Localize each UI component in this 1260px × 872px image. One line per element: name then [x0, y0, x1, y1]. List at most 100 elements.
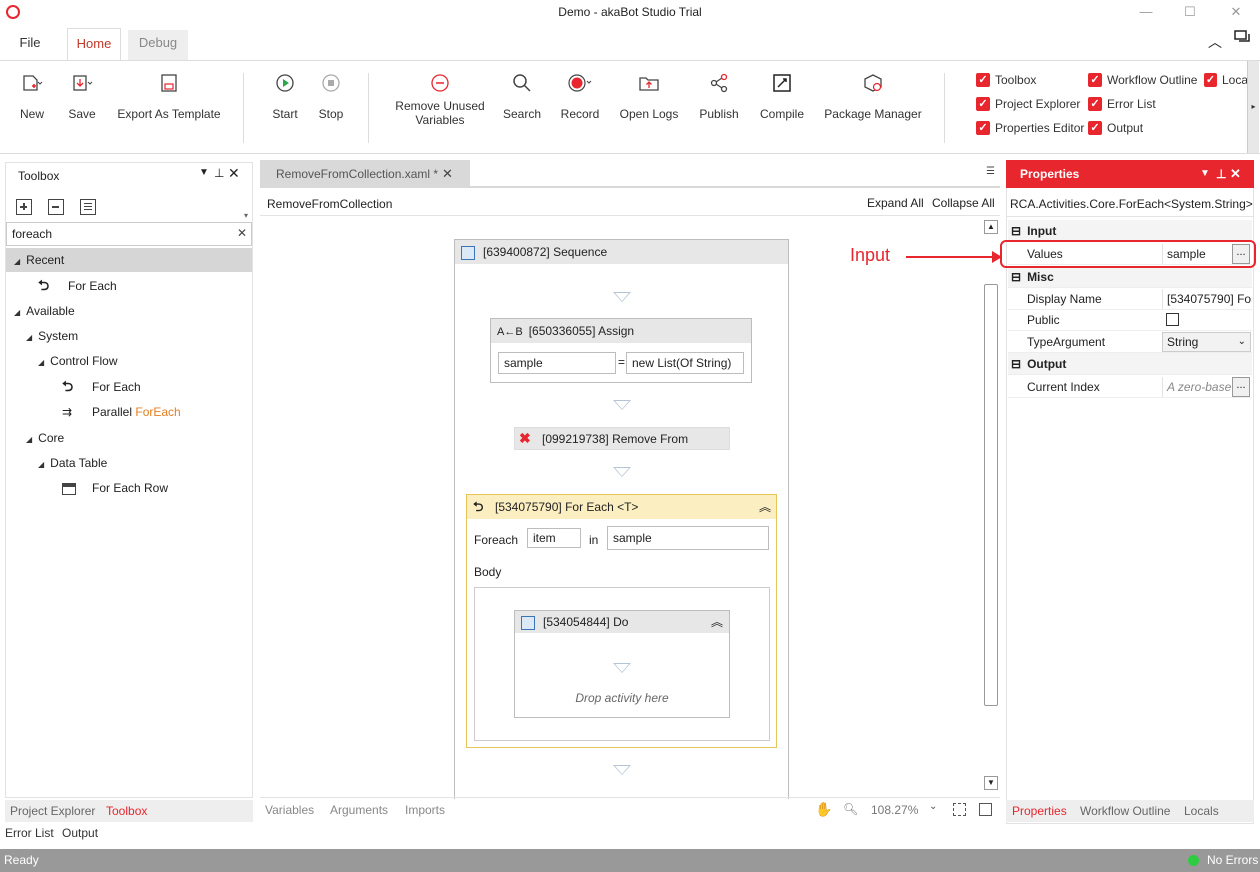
collapse-all-icon[interactable] — [48, 199, 64, 215]
expand-all-link[interactable]: Expand All — [867, 196, 924, 210]
tree-item-core[interactable]: ◢ Core — [26, 427, 64, 449]
search-button[interactable]: Search — [502, 71, 542, 121]
tab-error-list[interactable]: Error List — [5, 823, 54, 843]
collapse-category-icon[interactable]: ⊟ — [1011, 270, 1021, 284]
maximize-icon[interactable]: ☐ — [1180, 4, 1200, 20]
tab-toolbox[interactable]: Toolbox — [106, 801, 147, 821]
current-index-input[interactable]: A zero-base — [1162, 377, 1232, 397]
pan-hand-icon[interactable]: ✋ — [815, 801, 832, 818]
tab-file[interactable]: File — [0, 28, 60, 62]
tree-item-foreach-row[interactable]: For Each Row — [62, 477, 168, 499]
tab-project-explorer[interactable]: Project Explorer — [10, 801, 95, 821]
tree-item-foreach[interactable]: ⮌ For Each — [62, 375, 141, 397]
do-header[interactable]: [534054844] Do ︽ — [515, 611, 729, 633]
new-button[interactable]: New — [14, 71, 50, 121]
foreach-header[interactable]: ⮌ [534075790] For Each <T> ︽ — [467, 495, 776, 519]
drop-arrow-icon[interactable] — [613, 663, 631, 673]
tree-item-recent-foreach[interactable]: ⮌ For Each — [38, 274, 117, 296]
collapse-all-link[interactable]: Collapse All — [932, 196, 995, 210]
zoom-icon[interactable]: 🔍︎ — [843, 802, 858, 816]
doc-tab[interactable]: RemoveFromCollection.xaml * ✕ — [260, 160, 470, 188]
save-button[interactable]: Save — [64, 71, 100, 121]
toolbar-overflow-icon[interactable]: ▾ — [244, 211, 248, 220]
vertical-scrollbar[interactable]: ▲ ▼ — [984, 220, 998, 794]
tab-variables[interactable]: Variables — [265, 800, 314, 820]
tab-output[interactable]: Output — [62, 823, 98, 843]
public-checkbox[interactable] — [1166, 313, 1179, 326]
record-button[interactable]: Record — [558, 71, 602, 121]
pin-icon[interactable]: ⊥ — [1216, 160, 1226, 188]
assign-activity[interactable]: A←B [650336055] Assign sample = new List(… — [490, 318, 752, 383]
pin-icon[interactable]: ⊥ — [214, 166, 224, 180]
breadcrumb[interactable]: RemoveFromCollection — [267, 197, 392, 211]
checkbox-checked-icon[interactable]: ✓ — [976, 73, 990, 87]
scroll-down-icon[interactable]: ▼ — [984, 776, 998, 790]
list-view-icon[interactable] — [80, 199, 96, 215]
dropdown-icon[interactable]: ▼ — [1200, 160, 1210, 188]
open-logs-button[interactable]: Open Logs — [618, 71, 680, 121]
foreach-values-field[interactable]: sample — [607, 526, 769, 550]
ribbon-scroll-right-icon[interactable]: ▸ — [1247, 61, 1259, 153]
close-panel-icon[interactable]: ✕ — [228, 165, 240, 182]
zoom-level[interactable]: 108.27% — [871, 800, 918, 820]
collapse-activity-icon[interactable]: ︽ — [711, 611, 723, 633]
property-display-name[interactable]: Display Name [534075790] For — [1008, 288, 1252, 310]
tab-locals[interactable]: Locals — [1184, 801, 1219, 821]
collapse-ribbon-icon[interactable]: ︿ — [1208, 32, 1222, 52]
property-public[interactable]: Public — [1008, 309, 1252, 331]
close-tab-icon[interactable]: ✕ — [442, 160, 453, 188]
publish-button[interactable]: Publish — [696, 71, 742, 121]
package-manager-button[interactable]: Package Manager — [822, 71, 924, 121]
property-current-index[interactable]: Current Index A zero-base ... — [1008, 376, 1252, 398]
property-type-argument[interactable]: TypeArgument String ⌄ — [1008, 331, 1252, 353]
tab-home[interactable]: Home — [67, 28, 121, 62]
checkbox-checked-icon[interactable]: ✓ — [1088, 73, 1102, 87]
remove-unused-variables-button[interactable]: Remove Unused Variables — [390, 71, 490, 127]
assign-value-field[interactable]: new List(Of String) — [626, 352, 744, 374]
toggle-project-explorer[interactable]: ✓ Project Explorer — [976, 95, 1080, 113]
toggle-output[interactable]: ✓ Output — [1088, 119, 1143, 137]
tree-item-available[interactable]: ◢ Available — [14, 300, 75, 322]
scroll-up-icon[interactable]: ▲ — [984, 220, 998, 234]
dropdown-icon[interactable]: ▼ — [199, 167, 209, 178]
checkbox-checked-icon[interactable]: ✓ — [1204, 73, 1217, 87]
tab-properties[interactable]: Properties — [1012, 801, 1067, 821]
checkbox-checked-icon[interactable]: ✓ — [976, 97, 990, 111]
tree-item-control-flow[interactable]: ◢ Control Flow — [38, 350, 118, 372]
drop-arrow-icon[interactable] — [613, 292, 631, 302]
current-index-ellipsis-button[interactable]: ... — [1232, 377, 1250, 397]
toggle-properties-editor[interactable]: ✓ Properties Editor — [976, 119, 1084, 137]
category-misc[interactable]: ⊟ Misc — [1008, 266, 1252, 288]
compile-button[interactable]: Compile — [756, 71, 808, 121]
zoom-dropdown-icon[interactable]: ⌄ — [929, 801, 937, 812]
toolbox-search-field[interactable]: foreach ✕ — [6, 222, 252, 246]
tree-item-system[interactable]: ◢ System — [26, 325, 78, 347]
drop-arrow-icon[interactable] — [613, 467, 631, 477]
property-display-name-input[interactable]: [534075790] For — [1162, 289, 1252, 309]
close-panel-icon[interactable]: ✕ — [1230, 160, 1241, 188]
expand-all-icon[interactable] — [16, 199, 32, 215]
type-argument-select[interactable]: String ⌄ — [1162, 332, 1251, 352]
collapse-activity-icon[interactable]: ︽ — [759, 498, 771, 515]
assign-header[interactable]: A←B [650336055] Assign — [491, 319, 751, 343]
fit-to-screen-icon[interactable] — [953, 803, 966, 816]
remove-from-activity[interactable]: ✖ [099219738] Remove From — [514, 427, 730, 450]
collapse-category-icon[interactable]: ⊟ — [1011, 224, 1021, 238]
tab-list-dropdown-icon[interactable]: ☰ — [986, 166, 995, 177]
checkbox-checked-icon[interactable]: ✓ — [976, 121, 990, 135]
assign-to-field[interactable]: sample — [498, 352, 616, 374]
tree-item-parallel-foreach[interactable]: ⇉ Parallel ForEach — [62, 401, 181, 423]
drop-arrow-icon[interactable] — [613, 765, 631, 775]
checkbox-checked-icon[interactable]: ✓ — [1088, 121, 1102, 135]
feedback-icon[interactable] — [1234, 30, 1252, 46]
scroll-thumb[interactable] — [984, 284, 998, 706]
minimize-icon[interactable]: — — [1136, 4, 1156, 20]
foreach-item-field[interactable]: item — [527, 528, 581, 548]
clear-search-icon[interactable]: ✕ — [237, 226, 247, 240]
category-output[interactable]: ⊟ Output — [1008, 353, 1252, 375]
toggle-error-list[interactable]: ✓ Error List — [1088, 95, 1156, 113]
stop-button[interactable]: Stop — [314, 71, 348, 121]
tab-debug[interactable]: Debug — [128, 30, 188, 60]
toggle-toolbox[interactable]: ✓ Toolbox — [976, 71, 1036, 89]
tree-item-recent[interactable]: ◢ Recent — [14, 249, 64, 271]
